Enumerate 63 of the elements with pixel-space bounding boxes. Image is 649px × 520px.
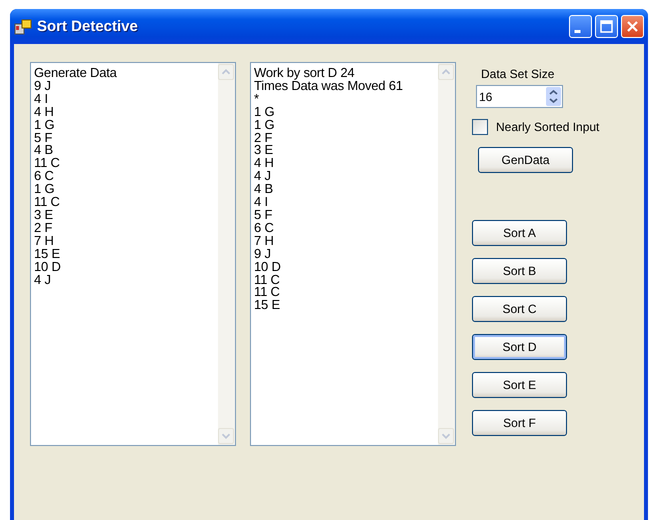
scrollbar[interactable]: [438, 63, 455, 445]
maximize-button[interactable]: [595, 15, 618, 38]
list-item[interactable]: 4 J: [34, 274, 218, 286]
list-item[interactable]: Work by sort D 24: [254, 67, 438, 80]
minimize-button[interactable]: [569, 15, 592, 38]
close-button[interactable]: [621, 15, 644, 38]
scroll-up-icon[interactable]: [438, 64, 454, 80]
scroll-down-icon[interactable]: [438, 428, 454, 444]
list-item[interactable]: 7 H: [34, 234, 218, 248]
checkbox[interactable]: [472, 119, 488, 135]
list-item[interactable]: 5 F: [254, 208, 438, 222]
close-icon: [625, 19, 640, 34]
list-item[interactable]: 4 B: [254, 183, 438, 196]
list-item[interactable]: 4 I: [34, 92, 218, 106]
sort-button[interactable]: Sort E: [472, 372, 567, 398]
maximize-icon: [599, 19, 614, 34]
list-item[interactable]: 11 C: [254, 274, 438, 286]
minimize-icon: [574, 30, 581, 33]
list-item[interactable]: 1 G: [254, 106, 438, 119]
list-item[interactable]: 4 H: [254, 157, 438, 170]
list-item[interactable]: 3 E: [34, 208, 218, 222]
list-item[interactable]: 5 F: [34, 132, 218, 144]
scrollbar[interactable]: [218, 63, 235, 445]
list-item[interactable]: 11 C: [254, 286, 438, 300]
list-item[interactable]: *: [254, 92, 438, 106]
list-item[interactable]: 7 H: [254, 234, 438, 248]
list-item[interactable]: 4 H: [34, 106, 218, 119]
sort-button[interactable]: Sort F: [472, 410, 567, 436]
app-icon: [14, 18, 32, 34]
input-list[interactable]: Generate Data 9 J 4 I 4 H 1 G 5 F 4 B 11 C 6 C 1 G 11 C 3 E 2 F 7 H 15 E 10 D 4 J: [30, 62, 236, 446]
list-item[interactable]: 15 E: [254, 299, 438, 312]
list-item[interactable]: 9 J: [34, 80, 218, 93]
list-item[interactable]: 10 D: [254, 260, 438, 274]
checkbox-label[interactable]: Nearly Sorted Input: [496, 120, 600, 134]
list-item[interactable]: 4 I: [254, 196, 438, 209]
list-item[interactable]: 2 F: [34, 222, 218, 235]
list-item[interactable]: Generate Data: [34, 67, 218, 80]
list-item[interactable]: 1 G: [34, 118, 218, 132]
list-item[interactable]: 15 E: [34, 248, 218, 261]
list-item[interactable]: 4 B: [34, 144, 218, 158]
list-item[interactable]: 9 J: [254, 248, 438, 261]
list-item[interactable]: 4 J: [254, 170, 438, 184]
window-title: Sort Detective: [37, 18, 139, 35]
scroll-down-icon[interactable]: [218, 428, 234, 444]
list-item[interactable]: 11 C: [34, 157, 218, 170]
scroll-up-icon[interactable]: [218, 64, 234, 80]
sort-button[interactable]: Sort C: [472, 296, 567, 322]
list-item[interactable]: 1 G: [34, 183, 218, 196]
list-item[interactable]: 10 D: [34, 260, 218, 274]
list-item[interactable]: 3 E: [254, 144, 438, 158]
sort-button[interactable]: Sort B: [472, 258, 567, 284]
output-list[interactable]: Work by sort D 24 Times Data was Moved 61 * 1 G 1 G 2 F 3 E 4 H 4 J 4 B 4 I 5 F 6 C 7 H 9 J 10 D 11 C 11 C 15 E: [250, 62, 456, 446]
list-item[interactable]: 6 C: [34, 170, 218, 184]
list-item[interactable]: 6 C: [254, 222, 438, 235]
list-item[interactable]: Times Data was Moved 61: [254, 80, 438, 93]
gen-data-button[interactable]: GenData: [478, 147, 573, 173]
spinner-icon[interactable]: [546, 87, 561, 106]
list-item[interactable]: 1 G: [254, 118, 438, 132]
list-item[interactable]: 2 F: [254, 132, 438, 144]
sort-button[interactable]: Sort A: [472, 220, 567, 246]
sort-button[interactable]: Sort D: [472, 334, 567, 360]
list-item[interactable]: 11 C: [34, 196, 218, 209]
data-set-size-label: Data Set Size: [481, 67, 556, 81]
